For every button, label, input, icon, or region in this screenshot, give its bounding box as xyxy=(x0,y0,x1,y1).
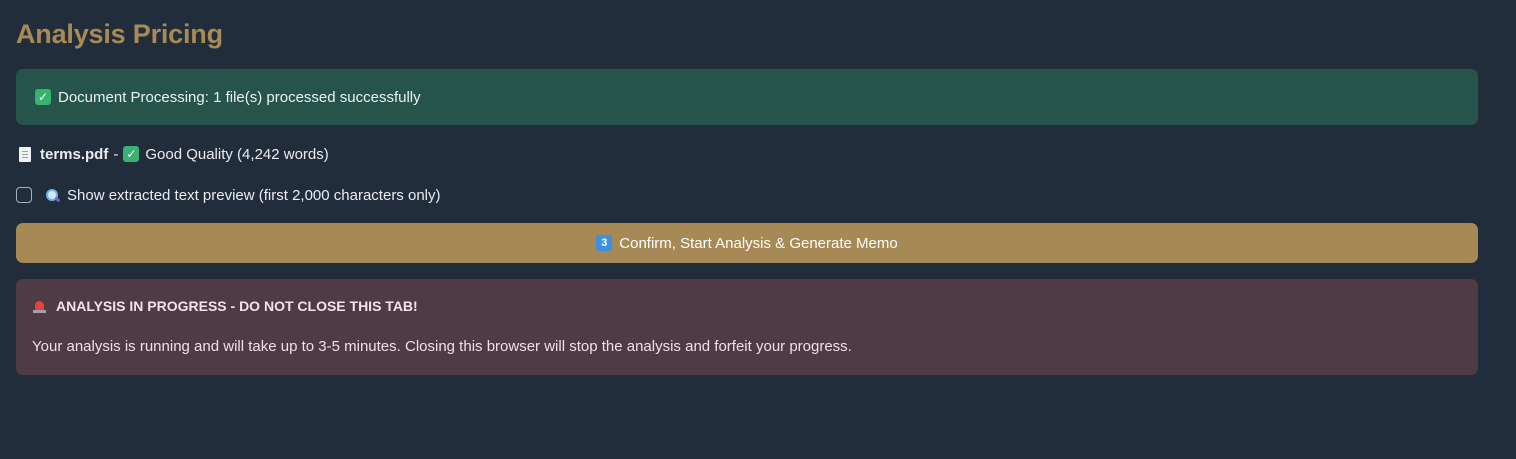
file-status: terms.pdf - ✓ Good Quality (4,242 words) xyxy=(19,143,329,165)
preview-toggle-label: Show extracted text preview (first 2,000… xyxy=(67,186,441,204)
confirm-start-analysis-button[interactable]: 3 Confirm, Start Analysis & Generate Mem… xyxy=(16,223,1478,263)
success-alert-text: Document Processing: 1 file(s) processed… xyxy=(58,88,421,106)
page-title: Analysis Pricing xyxy=(16,19,223,49)
check-mark-icon: ✓ xyxy=(35,89,51,105)
document-icon xyxy=(19,146,31,162)
confirm-button-label: Confirm, Start Analysis & Generate Memo xyxy=(619,234,898,252)
quality-check-icon: ✓ xyxy=(123,146,140,162)
preview-checkbox[interactable] xyxy=(16,187,32,203)
success-alert: ✓ Document Processing: 1 file(s) process… xyxy=(16,69,1478,125)
file-quality: Good Quality (4,242 words) xyxy=(145,145,329,163)
analysis-warning-alert: ANALYSIS IN PROGRESS - DO NOT CLOSE THIS… xyxy=(16,279,1478,375)
app-page: Analysis Pricing ✓ Document Processing: … xyxy=(0,0,1516,459)
siren-icon xyxy=(32,299,47,314)
preview-toggle[interactable]: Show extracted text preview (first 2,000… xyxy=(16,184,441,206)
warning-heading: ANALYSIS IN PROGRESS - DO NOT CLOSE THIS… xyxy=(56,298,418,314)
file-separator: - xyxy=(113,145,119,163)
keycap-3-icon: 3 xyxy=(596,235,613,251)
magnifier-icon xyxy=(45,188,60,203)
warning-heading-row: ANALYSIS IN PROGRESS - DO NOT CLOSE THIS… xyxy=(32,297,1462,315)
warning-body: Your analysis is running and will take u… xyxy=(32,338,852,355)
file-name: terms.pdf xyxy=(40,145,109,163)
